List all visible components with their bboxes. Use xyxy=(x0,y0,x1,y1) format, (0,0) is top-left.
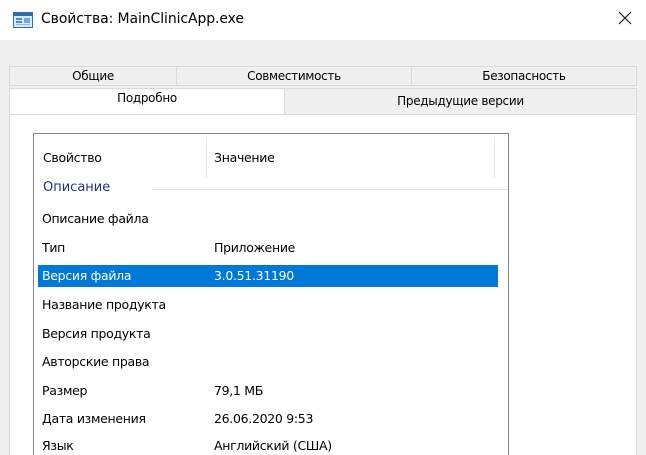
close-icon xyxy=(618,11,631,25)
property-value: 3.0.51.31190 xyxy=(214,268,294,283)
property-name: Авторские права xyxy=(42,354,150,369)
property-value: 79,1 МБ xyxy=(214,383,264,398)
property-value: Английский (США) xyxy=(214,438,332,453)
property-value: Приложение xyxy=(214,240,296,255)
tab-compatibility[interactable]: Совместимость xyxy=(176,66,412,86)
property-name: Размер xyxy=(42,383,88,398)
list-item[interactable]: Язык Английский (США) xyxy=(38,435,498,455)
tab-general[interactable]: Общие xyxy=(9,66,177,86)
column-separator[interactable] xyxy=(206,138,207,178)
property-name: Название продукта xyxy=(42,297,166,312)
list-item-selected[interactable]: Версия файла 3.0.51.31190 xyxy=(38,265,498,287)
property-name: Дата изменения xyxy=(42,411,146,426)
tab-previous-versions[interactable]: Предыдущие версии xyxy=(284,88,637,115)
list-item[interactable]: Тип Приложение xyxy=(38,237,498,259)
list-header: Свойство Значение xyxy=(34,134,508,182)
property-name: Тип xyxy=(42,240,66,255)
property-name: Язык xyxy=(42,438,74,453)
properties-list[interactable]: Свойство Значение Описание Описание файл… xyxy=(33,133,509,455)
tab-security[interactable]: Безопасность xyxy=(411,66,637,86)
list-item[interactable]: Дата изменения 26.06.2020 9:53 xyxy=(38,408,498,430)
column-header-property[interactable]: Свойство xyxy=(43,134,102,182)
close-button[interactable] xyxy=(603,0,646,36)
group-header[interactable]: Описание xyxy=(34,179,508,201)
list-item[interactable]: Описание файла xyxy=(38,208,498,230)
window-title: Свойства: MainClinicApp.exe xyxy=(41,11,244,27)
list-item[interactable]: Авторские права xyxy=(38,351,498,373)
group-divider xyxy=(152,189,508,190)
tab-details[interactable]: Подробно xyxy=(9,88,285,114)
application-icon xyxy=(13,12,33,28)
property-name: Описание файла xyxy=(42,211,149,226)
property-name: Версия файла xyxy=(42,268,132,283)
column-header-value[interactable]: Значение xyxy=(214,134,275,182)
property-name: Версия продукта xyxy=(42,326,151,341)
property-value: 26.06.2020 9:53 xyxy=(214,411,314,426)
column-separator[interactable] xyxy=(494,138,495,178)
list-item[interactable]: Размер 79,1 МБ xyxy=(38,380,498,402)
title-bar: Свойства: MainClinicApp.exe xyxy=(0,0,646,40)
list-item[interactable]: Версия продукта xyxy=(38,323,498,345)
list-item[interactable]: Название продукта xyxy=(38,294,498,316)
group-label: Описание xyxy=(43,180,111,195)
